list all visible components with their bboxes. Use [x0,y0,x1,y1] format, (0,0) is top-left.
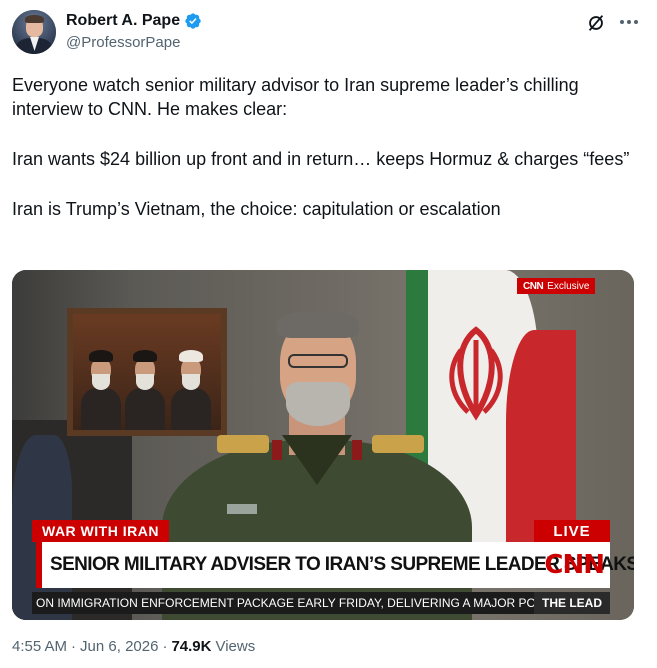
chyron-headline: SENIOR MILITARY ADVISER TO IRAN’S SUPREM… [36,542,634,588]
meta-separator: · [71,638,77,655]
cnn-exclusive-brand: CNN [523,280,544,292]
tweet-date[interactable]: Jun 6, 2026 [80,638,158,655]
more-icon[interactable] [616,11,642,33]
tweet-text: Everyone watch senior military advisor t… [12,73,637,247]
tweet-paragraph: Iran is Trump’s Vietnam, the choice: cap… [12,199,501,219]
views-label: Views [215,638,256,655]
video-media[interactable]: CNN Exclusive WAR WITH IRAN LIVE SENIOR … [12,270,634,620]
meta-separator: · [162,638,168,655]
author-name-row: Robert A. Pape [66,12,202,30]
grok-icon[interactable] [585,12,607,34]
tweet-header: Robert A. Pape @ProfessorPape [12,10,645,58]
cnn-exclusive-label: Exclusive [547,280,590,292]
ticker-text: ON IMMIGRATION ENFORCEMENT PACKAGE EARLY… [36,596,534,610]
author-display-name[interactable]: Robert A. Pape [66,12,180,30]
live-tag: LIVE [534,520,610,542]
tweet-time[interactable]: 4:55 AM [12,638,67,655]
show-name: THE LEAD [534,592,610,614]
tweet-meta: 4:55 AM · Jun 6, 2026 · 74.9K Views [12,638,255,655]
cnn-logo: CNN [544,550,605,580]
chyron-topic-tag: WAR WITH IRAN [32,520,169,542]
cnn-exclusive-badge: CNN Exclusive [517,278,596,294]
tweet-paragraph: Everyone watch senior military advisor t… [12,75,584,119]
news-ticker: ON IMMIGRATION ENFORCEMENT PACKAGE EARLY… [32,592,610,614]
tweet-paragraph: Iran wants $24 billion up front and in r… [12,149,630,169]
verified-badge-icon [185,13,201,29]
author-handle[interactable]: @ProfessorPape [66,34,180,51]
views-count: 74.9K [171,638,212,655]
avatar[interactable] [12,10,56,54]
